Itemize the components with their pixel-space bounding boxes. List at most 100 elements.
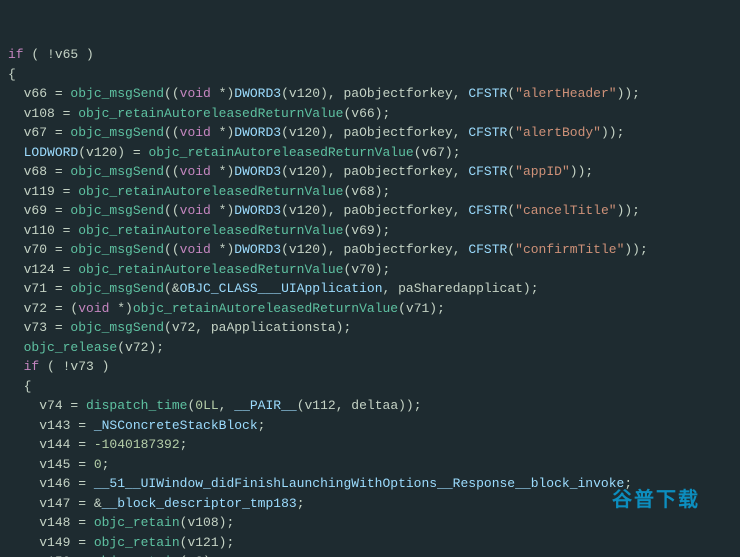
token-var: (( xyxy=(164,86,180,101)
token-macro: DWORD3 xyxy=(234,86,281,101)
code-line[interactable]: LODWORD(v120) = objc_retainAutoreleasedR… xyxy=(8,143,740,163)
token-cast: void xyxy=(78,301,109,316)
token-var: v144 = xyxy=(39,437,94,452)
code-line[interactable]: v149 = objc_retain(v121); xyxy=(8,533,740,553)
token-str: "alertBody" xyxy=(515,125,601,140)
token-macro: __PAIR__ xyxy=(234,398,296,413)
indent xyxy=(8,320,24,335)
indent xyxy=(8,301,24,316)
token-var: ( xyxy=(507,125,515,140)
token-var: *) xyxy=(211,164,234,179)
code-line[interactable]: v66 = objc_msgSend((void *)DWORD3(v120),… xyxy=(8,84,740,104)
code-line[interactable]: v67 = objc_msgSend((void *)DWORD3(v120),… xyxy=(8,123,740,143)
token-var: (v121); xyxy=(180,535,235,550)
indent xyxy=(8,437,39,452)
code-line[interactable]: v143 = _NSConcreteStackBlock; xyxy=(8,416,740,436)
code-line[interactable]: v73 = objc_msgSend(v72, paApplicationsta… xyxy=(8,318,740,338)
token-var: (v120), paObjectforkey, xyxy=(281,203,468,218)
indent xyxy=(8,125,24,140)
code-line[interactable]: v119 = objc_retainAutoreleasedReturnValu… xyxy=(8,182,740,202)
token-var: (v68); xyxy=(343,184,390,199)
code-line[interactable]: if ( !v65 ) xyxy=(8,45,740,65)
code-line[interactable]: { xyxy=(8,377,740,397)
token-var: ; xyxy=(258,418,266,433)
code-line[interactable]: v74 = dispatch_time(0LL, __PAIR__(v112, … xyxy=(8,396,740,416)
token-var: v67 = xyxy=(24,125,71,140)
code-line[interactable]: v68 = objc_msgSend((void *)DWORD3(v120),… xyxy=(8,162,740,182)
token-var: )); xyxy=(624,242,647,257)
token-var: (v120), paObjectforkey, xyxy=(281,164,468,179)
token-var: (( xyxy=(164,125,180,140)
token-kw: if xyxy=(8,47,24,62)
token-var: (v69); xyxy=(343,223,390,238)
token-var: (v120), paObjectforkey, xyxy=(281,242,468,257)
token-var: ; xyxy=(102,457,110,472)
token-var: )); xyxy=(617,86,640,101)
code-line[interactable]: { xyxy=(8,65,740,85)
token-glob: __block_descriptor_tmp183 xyxy=(102,496,297,511)
indent xyxy=(8,340,24,355)
token-var: ( xyxy=(507,203,515,218)
token-glob: OBJC_CLASS___UIApplication xyxy=(180,281,383,296)
token-macro: CFSTR xyxy=(468,242,507,257)
indent xyxy=(8,379,24,394)
token-func: objc_msgSend xyxy=(70,164,164,179)
indent xyxy=(8,398,39,413)
token-var: )); xyxy=(570,164,593,179)
token-var: (v70); xyxy=(343,262,390,277)
token-func: objc_retainAutoreleasedReturnValue xyxy=(133,301,398,316)
token-var: (& xyxy=(164,281,180,296)
token-var: v124 = xyxy=(24,262,79,277)
token-str: "cancelTitle" xyxy=(515,203,616,218)
code-line[interactable]: v148 = objc_retain(v108); xyxy=(8,513,740,533)
code-line[interactable]: v71 = objc_msgSend(&OBJC_CLASS___UIAppli… xyxy=(8,279,740,299)
token-var: v149 = xyxy=(39,535,94,550)
token-num: 0LL xyxy=(195,398,218,413)
token-var: (v72, paApplicationsta); xyxy=(164,320,351,335)
token-var: ( !v73 ) xyxy=(39,359,109,374)
token-var: v68 = xyxy=(24,164,71,179)
code-line[interactable]: v144 = -1040187392; xyxy=(8,435,740,455)
token-func: dispatch_time xyxy=(86,398,187,413)
token-var: (v66); xyxy=(343,106,390,121)
token-func: objc_retainAutoreleasedReturnValue xyxy=(148,145,413,160)
token-func: objc_retainAutoreleasedReturnValue xyxy=(78,223,343,238)
token-macro: DWORD3 xyxy=(234,164,281,179)
token-func: objc_msgSend xyxy=(70,86,164,101)
code-line[interactable]: v72 = (void *)objc_retainAutoreleasedRet… xyxy=(8,299,740,319)
token-var: (v120), paObjectforkey, xyxy=(281,86,468,101)
code-editor[interactable]: if ( !v65 ) { v66 = objc_msgSend((void *)… xyxy=(0,0,740,557)
token-glob: _NSConcreteStackBlock xyxy=(94,418,258,433)
token-var: v71 = xyxy=(24,281,71,296)
code-line[interactable]: v124 = objc_retainAutoreleasedReturnValu… xyxy=(8,260,740,280)
code-line[interactable]: v70 = objc_msgSend((void *)DWORD3(v120),… xyxy=(8,240,740,260)
token-glob: __51__UIWindow_didFinishLaunchingWithOpt… xyxy=(94,476,625,491)
token-macro: CFSTR xyxy=(468,203,507,218)
code-line[interactable]: if ( !v73 ) xyxy=(8,357,740,377)
token-var: (( xyxy=(164,164,180,179)
token-macro: DWORD3 xyxy=(234,242,281,257)
token-var: (v71); xyxy=(398,301,445,316)
code-line[interactable]: v108 = objc_retainAutoreleasedReturnValu… xyxy=(8,104,740,124)
indent xyxy=(8,223,24,238)
token-str: "alertHeader" xyxy=(515,86,616,101)
token-cast: void xyxy=(180,86,211,101)
code-line[interactable]: v147 = &__block_descriptor_tmp183; xyxy=(8,494,740,514)
code-line[interactable]: objc_release(v72); xyxy=(8,338,740,358)
token-str: "confirmTitle" xyxy=(515,242,624,257)
token-var: v70 = xyxy=(24,242,71,257)
code-line[interactable]: v150 = objc_retain(a2); xyxy=(8,552,740,557)
token-var: )); xyxy=(617,203,640,218)
token-var: *) xyxy=(211,242,234,257)
code-line[interactable]: v145 = 0; xyxy=(8,455,740,475)
token-var: ( !v65 ) xyxy=(24,47,94,62)
token-var: (( xyxy=(164,203,180,218)
token-var: { xyxy=(8,67,16,82)
token-func: objc_retain xyxy=(94,535,180,550)
code-line[interactable]: v110 = objc_retainAutoreleasedReturnValu… xyxy=(8,221,740,241)
code-line[interactable]: v69 = objc_msgSend((void *)DWORD3(v120),… xyxy=(8,201,740,221)
indent xyxy=(8,457,39,472)
token-var: v110 = xyxy=(24,223,79,238)
code-line[interactable]: v146 = __51__UIWindow_didFinishLaunching… xyxy=(8,474,740,494)
token-func: objc_retainAutoreleasedReturnValue xyxy=(78,184,343,199)
